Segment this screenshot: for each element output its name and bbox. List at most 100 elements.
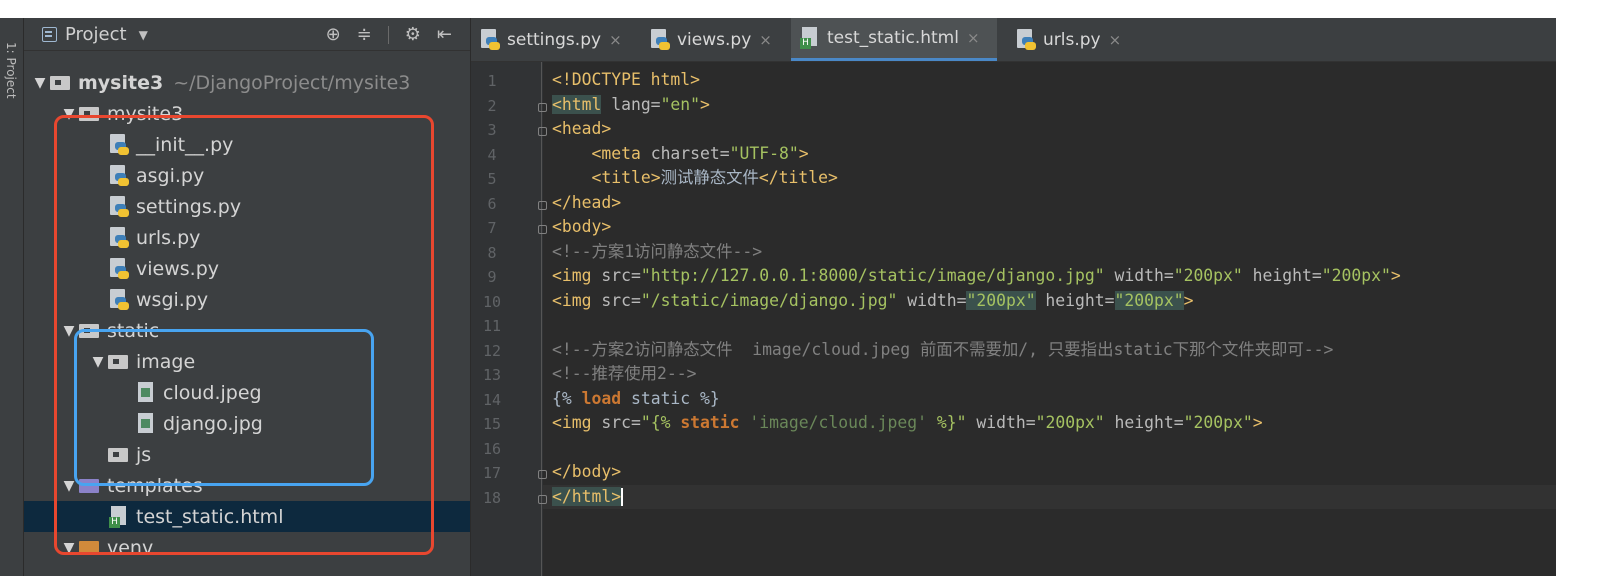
fold-marker-icon[interactable] [538,225,547,234]
code-token: </head> [552,192,622,212]
code-token: charset= [640,143,730,163]
code-token: > [1252,413,1263,432]
code-content: <html lang="en"> [552,94,710,114]
code-content: <title>测试静态文件</title> [552,168,838,187]
code-token: </html> [552,486,622,506]
code-content: </head> [552,193,621,212]
expand-arrow-icon[interactable]: ▼ [30,75,50,91]
code-token: </title> [758,168,838,187]
code-token: > [1390,266,1401,285]
hide-panel-icon[interactable]: ⇤ [437,24,452,45]
code-token: %}" [927,413,967,432]
annotation-blue-box [74,329,374,486]
code-token: <!--方案1访问静态文件--> [552,241,763,261]
editor-tab[interactable]: Htest_static.html × [791,18,997,61]
line-number: 9 [487,268,497,286]
code-token: src= [591,290,641,310]
tree-item[interactable]: ▼ mysite3 ~/DjangoProject/mysite3 [24,67,470,98]
editor-tab[interactable]: urls.py × [1007,18,1137,61]
code-token: <img [552,266,592,285]
close-icon[interactable]: × [759,31,772,49]
code-line: <!--方案2访问静态文件 image/cloud.jpeg 前面不需要加/, … [543,338,1556,363]
python-file-icon [479,28,501,51]
editor-tab-label: test_static.html [827,28,959,48]
line-number: 14 [482,390,502,409]
close-icon[interactable]: × [967,29,980,47]
line-number: 2 [487,96,497,115]
code-token: "en" [660,94,701,114]
code-token: > [798,143,809,163]
editor-tab[interactable]: views.py × [641,18,786,61]
editor-tabbar: settings.py × views.py × Htest_static.html × u… [471,18,1556,62]
code-token: height= [1242,266,1322,285]
code-content: <!--方案2访问静态文件 image/cloud.jpeg 前面不需要加/, … [552,340,1333,359]
code-line: <!--推荐使用2--> [543,362,1556,387]
editor-tab-label: views.py [677,29,752,50]
code-token: src= [591,266,641,285]
code-content: </body> [552,462,621,481]
code-line: </body> [543,460,1556,485]
code-editor[interactable]: <!DOCTYPE html> <html lang="en"> <head> <m… [538,62,1556,576]
code-token: static %} [621,388,720,408]
line-number: 7 [487,219,497,237]
code-content: <img src="{% static 'image/cloud.jpeg' %… [552,413,1263,432]
code-token: "{% [640,413,681,432]
line-number: 11 [482,317,502,335]
code-token: <img [552,290,592,310]
html-file-icon: H [799,27,821,49]
code-token: "200px" [966,290,1036,310]
tree-item-label: mysite3 [78,71,164,94]
code-token: <body> [552,217,612,236]
code-token: <head> [552,119,612,138]
code-token: static [680,413,740,432]
code-content: <meta charset="UTF-8"> [552,143,809,163]
fold-marker-icon[interactable] [538,470,547,479]
close-icon[interactable]: × [609,31,622,49]
code-line: <meta charset="UTF-8"> [543,142,1556,167]
fold-marker-icon[interactable] [538,102,547,112]
fold-marker-icon[interactable] [538,200,547,210]
code-token: height= [1104,413,1184,432]
editor-tab-label: settings.py [507,29,602,50]
gear-icon[interactable]: ⚙ [405,24,421,45]
project-path: ~/DjangoProject/mysite3 [173,71,411,94]
code-token: load [581,388,622,408]
code-line: </head> [543,191,1556,216]
text-cursor [621,488,624,506]
code-content: <!--推荐使用2--> [552,364,697,383]
code-content: <img src="/static/image/django.jpg" widt… [552,290,1194,310]
project-tool-button[interactable]: 1: Project [4,42,18,162]
code-token: lang= [601,94,661,114]
project-view-label: Project [65,24,127,45]
code-token: "200px" [1183,413,1253,432]
fold-marker-icon[interactable] [538,494,547,504]
project-icon [42,27,57,42]
code-token: "UTF-8" [729,143,799,163]
code-token: width= [966,413,1036,432]
code-token: > [700,94,710,114]
code-token: "http://127.0.0.1:8000/static/image/djan… [640,266,1105,285]
locate-file-icon[interactable]: ⊕ [326,24,341,45]
code-line: <!--方案1访问静态文件--> [543,240,1556,265]
code-line: <head> [543,117,1556,142]
code-line: <img src="{% static 'image/cloud.jpeg' %… [543,411,1556,436]
panel-toolbar: ⊕ ≑ ⚙ ⇤ [326,24,452,45]
editor-tab[interactable]: settings.py × [471,18,631,61]
line-number: 10 [482,292,502,311]
fold-marker-icon[interactable] [538,127,547,136]
collapse-all-icon[interactable]: ≑ [357,24,372,45]
code-line: <!DOCTYPE html> [543,68,1556,93]
code-line: <body> [543,215,1556,240]
code-line: <img src="http://127.0.0.1:8000/static/i… [543,264,1556,289]
project-view-selector[interactable]: Project ▼ [42,24,148,45]
code-token: width= [1104,266,1174,285]
code-token: "200px" [1035,413,1105,432]
code-token: > [1183,290,1194,310]
line-number: 1 [487,72,497,90]
code-token: <!--方案2访问静态文件 image/cloud.jpeg 前面不需要加/, … [552,339,1334,359]
close-icon[interactable]: × [1109,31,1122,49]
